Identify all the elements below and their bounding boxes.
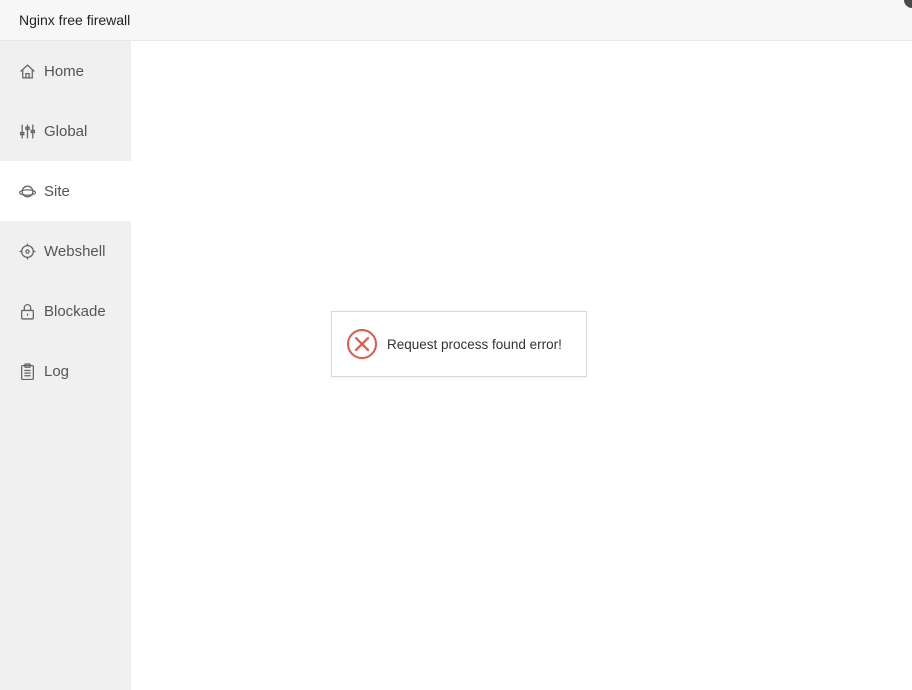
sidebar-item-label: Log [44, 362, 70, 380]
error-circle-icon [347, 329, 377, 359]
sidebar-item-log[interactable]: Log [0, 341, 131, 401]
toast-message: Request process found error! [387, 336, 562, 352]
target-icon [19, 243, 36, 260]
sidebar-item-webshell[interactable]: Webshell [0, 221, 131, 281]
sliders-icon [19, 123, 36, 140]
sidebar-item-label: Blockade [44, 302, 106, 320]
sidebar-item-label: Webshell [44, 242, 106, 260]
planet-icon [19, 183, 36, 200]
sidebar-item-label: Global [44, 122, 88, 140]
app-title: Nginx free firewall [19, 12, 131, 28]
lock-icon [19, 303, 36, 320]
sidebar-item-home[interactable]: Home [0, 41, 131, 101]
window-control-dot[interactable] [904, 0, 912, 8]
sidebar-item-global[interactable]: Global [0, 101, 131, 161]
sidebar-item-label: Home [44, 62, 85, 80]
sidebar-item-site[interactable]: Site [0, 161, 131, 221]
home-icon [19, 63, 36, 80]
app-header: Nginx free firewall [0, 0, 912, 41]
sidebar-item-blockade[interactable]: Blockade [0, 281, 131, 341]
error-toast: Request process found error! [331, 311, 587, 377]
sidebar-item-label: Site [44, 182, 70, 200]
sidebar: Home Global Site Webshell Blockade Log [0, 41, 131, 690]
clipboard-icon [19, 362, 36, 380]
